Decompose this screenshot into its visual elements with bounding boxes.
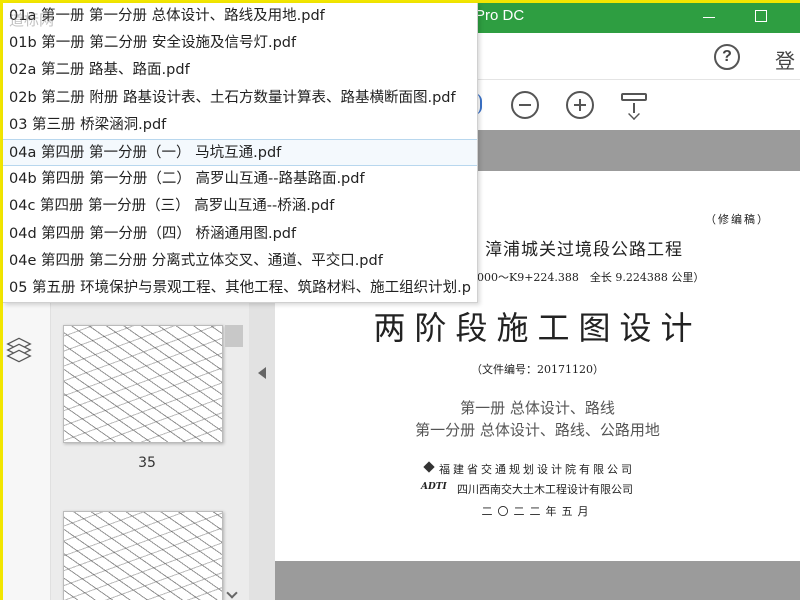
recent-file-item[interactable]: 02b 第二册 附册 路基设计表、土石方数量计算表、路基横断面图.pdf bbox=[3, 85, 477, 112]
thumbnail-scrollbar[interactable] bbox=[225, 325, 243, 347]
doc-project: 漳浦城关过境段公路工程 bbox=[485, 240, 683, 260]
download-icon[interactable] bbox=[619, 91, 649, 120]
recent-file-item[interactable]: 04e 第四册 第二分册 分离式立体交叉、通道、平交口.pdf bbox=[3, 248, 477, 275]
zoom-out-icon[interactable] bbox=[511, 91, 539, 119]
doc-main-title: 两阶段施工图设计 bbox=[373, 309, 702, 347]
zoom-in-icon[interactable] bbox=[566, 91, 594, 119]
panel-collapse-bar[interactable] bbox=[249, 303, 275, 600]
recent-file-item[interactable]: 05 第五册 环境保护与景观工程、其他工程、筑路材料、施工组织计划.p bbox=[3, 275, 477, 302]
doc-subvolume: 第一分册 总体设计、路线、公路用地 bbox=[415, 421, 660, 439]
recent-file-item[interactable]: 01a 第一册 第一分册 总体设计、路线及用地.pdf bbox=[3, 3, 477, 30]
page-thumbnail[interactable] bbox=[63, 511, 223, 600]
doc-volume: 第一册 总体设计、路线 bbox=[460, 399, 615, 417]
login-link[interactable]: 登 bbox=[775, 45, 795, 74]
doc-range: 000～K9+224.388 全长 9.224388 公里） bbox=[477, 271, 705, 284]
recent-file-item-selected[interactable]: 04a 第四册 第一分册（一） 马坑互通.pdf bbox=[3, 138, 477, 167]
recent-file-item[interactable]: 04d 第四册 第一分册（四） 桥涵通用图.pdf bbox=[3, 221, 477, 248]
doc-org-2: 四川西南交大土木工程设计有限公司 bbox=[457, 483, 633, 496]
layers-icon[interactable] bbox=[6, 333, 33, 363]
page-thumbnail[interactable] bbox=[63, 325, 223, 443]
window-title: Pro DC bbox=[475, 7, 525, 24]
minimize-icon[interactable] bbox=[689, 3, 731, 33]
recent-file-item[interactable]: 02a 第二册 路基、路面.pdf bbox=[3, 57, 477, 84]
thumbnail-page-number: 35 bbox=[138, 455, 156, 471]
recent-file-item[interactable]: 04c 第四册 第一分册（三） 高罗山互通--桥涵.pdf bbox=[3, 193, 477, 220]
doc-org-1: 福建省交通规划设计院有限公司 bbox=[439, 463, 635, 476]
collapse-left-icon[interactable] bbox=[258, 367, 266, 379]
help-icon[interactable]: ? bbox=[714, 44, 740, 70]
org-2-logo: ADTI bbox=[421, 482, 447, 492]
doc-file-number: （文件编号：20171120） bbox=[471, 363, 604, 376]
watermark: 道标网 bbox=[9, 11, 55, 29]
recent-file-item[interactable]: 03 第三册 桥梁涵洞.pdf bbox=[3, 112, 477, 139]
recent-file-item[interactable]: 01b 第一册 第二分册 安全设施及信号灯.pdf bbox=[3, 30, 477, 57]
recent-file-item[interactable]: 04b 第四册 第一分册（二） 高罗山互通--路基路面.pdf bbox=[3, 166, 477, 193]
maximize-icon[interactable] bbox=[735, 3, 777, 33]
doc-date: 二〇二二年五月 bbox=[481, 505, 594, 518]
doc-revision: （修编稿） bbox=[705, 213, 770, 226]
recent-files-dropdown: 01a 第一册 第一分册 总体设计、路线及用地.pdf 01b 第一册 第二分册… bbox=[3, 3, 478, 303]
